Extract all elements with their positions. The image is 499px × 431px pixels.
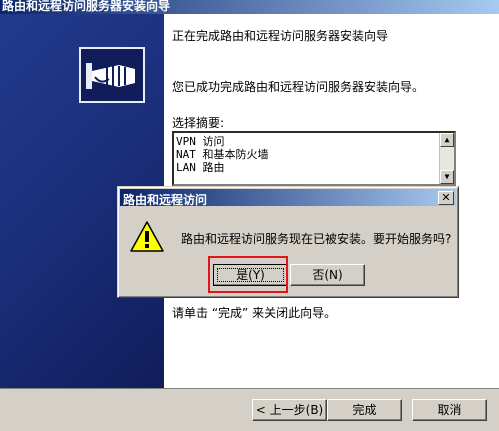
summary-line: LAN 路由 (176, 161, 225, 174)
close-hint: 请单击 “完成” 来关闭此向导。 (172, 306, 337, 320)
dialog-message: 路由和远程访问服务现在已被安装。要开始服务吗? (181, 232, 452, 246)
highlight-box (208, 256, 288, 293)
dialog-title: 路由和远程访问 (123, 193, 208, 207)
wizard-description: 您已成功完成路由和远程访问服务器安装向导。 (172, 80, 425, 94)
summary-line: VPN 访问 (176, 135, 225, 148)
scroll-down-icon[interactable]: ▼ (440, 170, 454, 184)
warning-icon (130, 221, 164, 256)
confirm-dialog: 路由和远程访问 ✕ 路由和远程访问服务现在已被安装。要开始服务吗? 是(Y) 否… (117, 186, 459, 298)
summary-scrollbar[interactable]: ▲ ▼ (439, 133, 454, 184)
cancel-button[interactable]: 取消 (412, 399, 487, 421)
summary-line: NAT 和基本防火墙 (176, 148, 269, 161)
wizard-button-bar: < 上一步(B) 完成 取消 (0, 388, 499, 431)
wizard-title: 路由和远程访问服务器安装向导 (2, 0, 171, 13)
routing-logo-icon (79, 47, 145, 103)
summary-label: 选择摘要: (172, 116, 225, 130)
wizard-title-bar: 路由和远程访问服务器安装向导 (0, 0, 499, 14)
no-button[interactable]: 否(N) (290, 264, 365, 286)
close-icon[interactable]: ✕ (438, 191, 454, 205)
back-button[interactable]: < 上一步(B) (252, 399, 327, 421)
scroll-up-icon[interactable]: ▲ (440, 133, 454, 147)
wizard-heading: 正在完成路由和远程访问服务器安装向导 (172, 29, 389, 43)
summary-textbox[interactable]: VPN 访问 NAT 和基本防火墙 LAN 路由 ▲ ▼ (172, 131, 456, 186)
finish-button[interactable]: 完成 (327, 399, 402, 421)
dialog-title-bar: 路由和远程访问 ✕ (120, 189, 456, 207)
